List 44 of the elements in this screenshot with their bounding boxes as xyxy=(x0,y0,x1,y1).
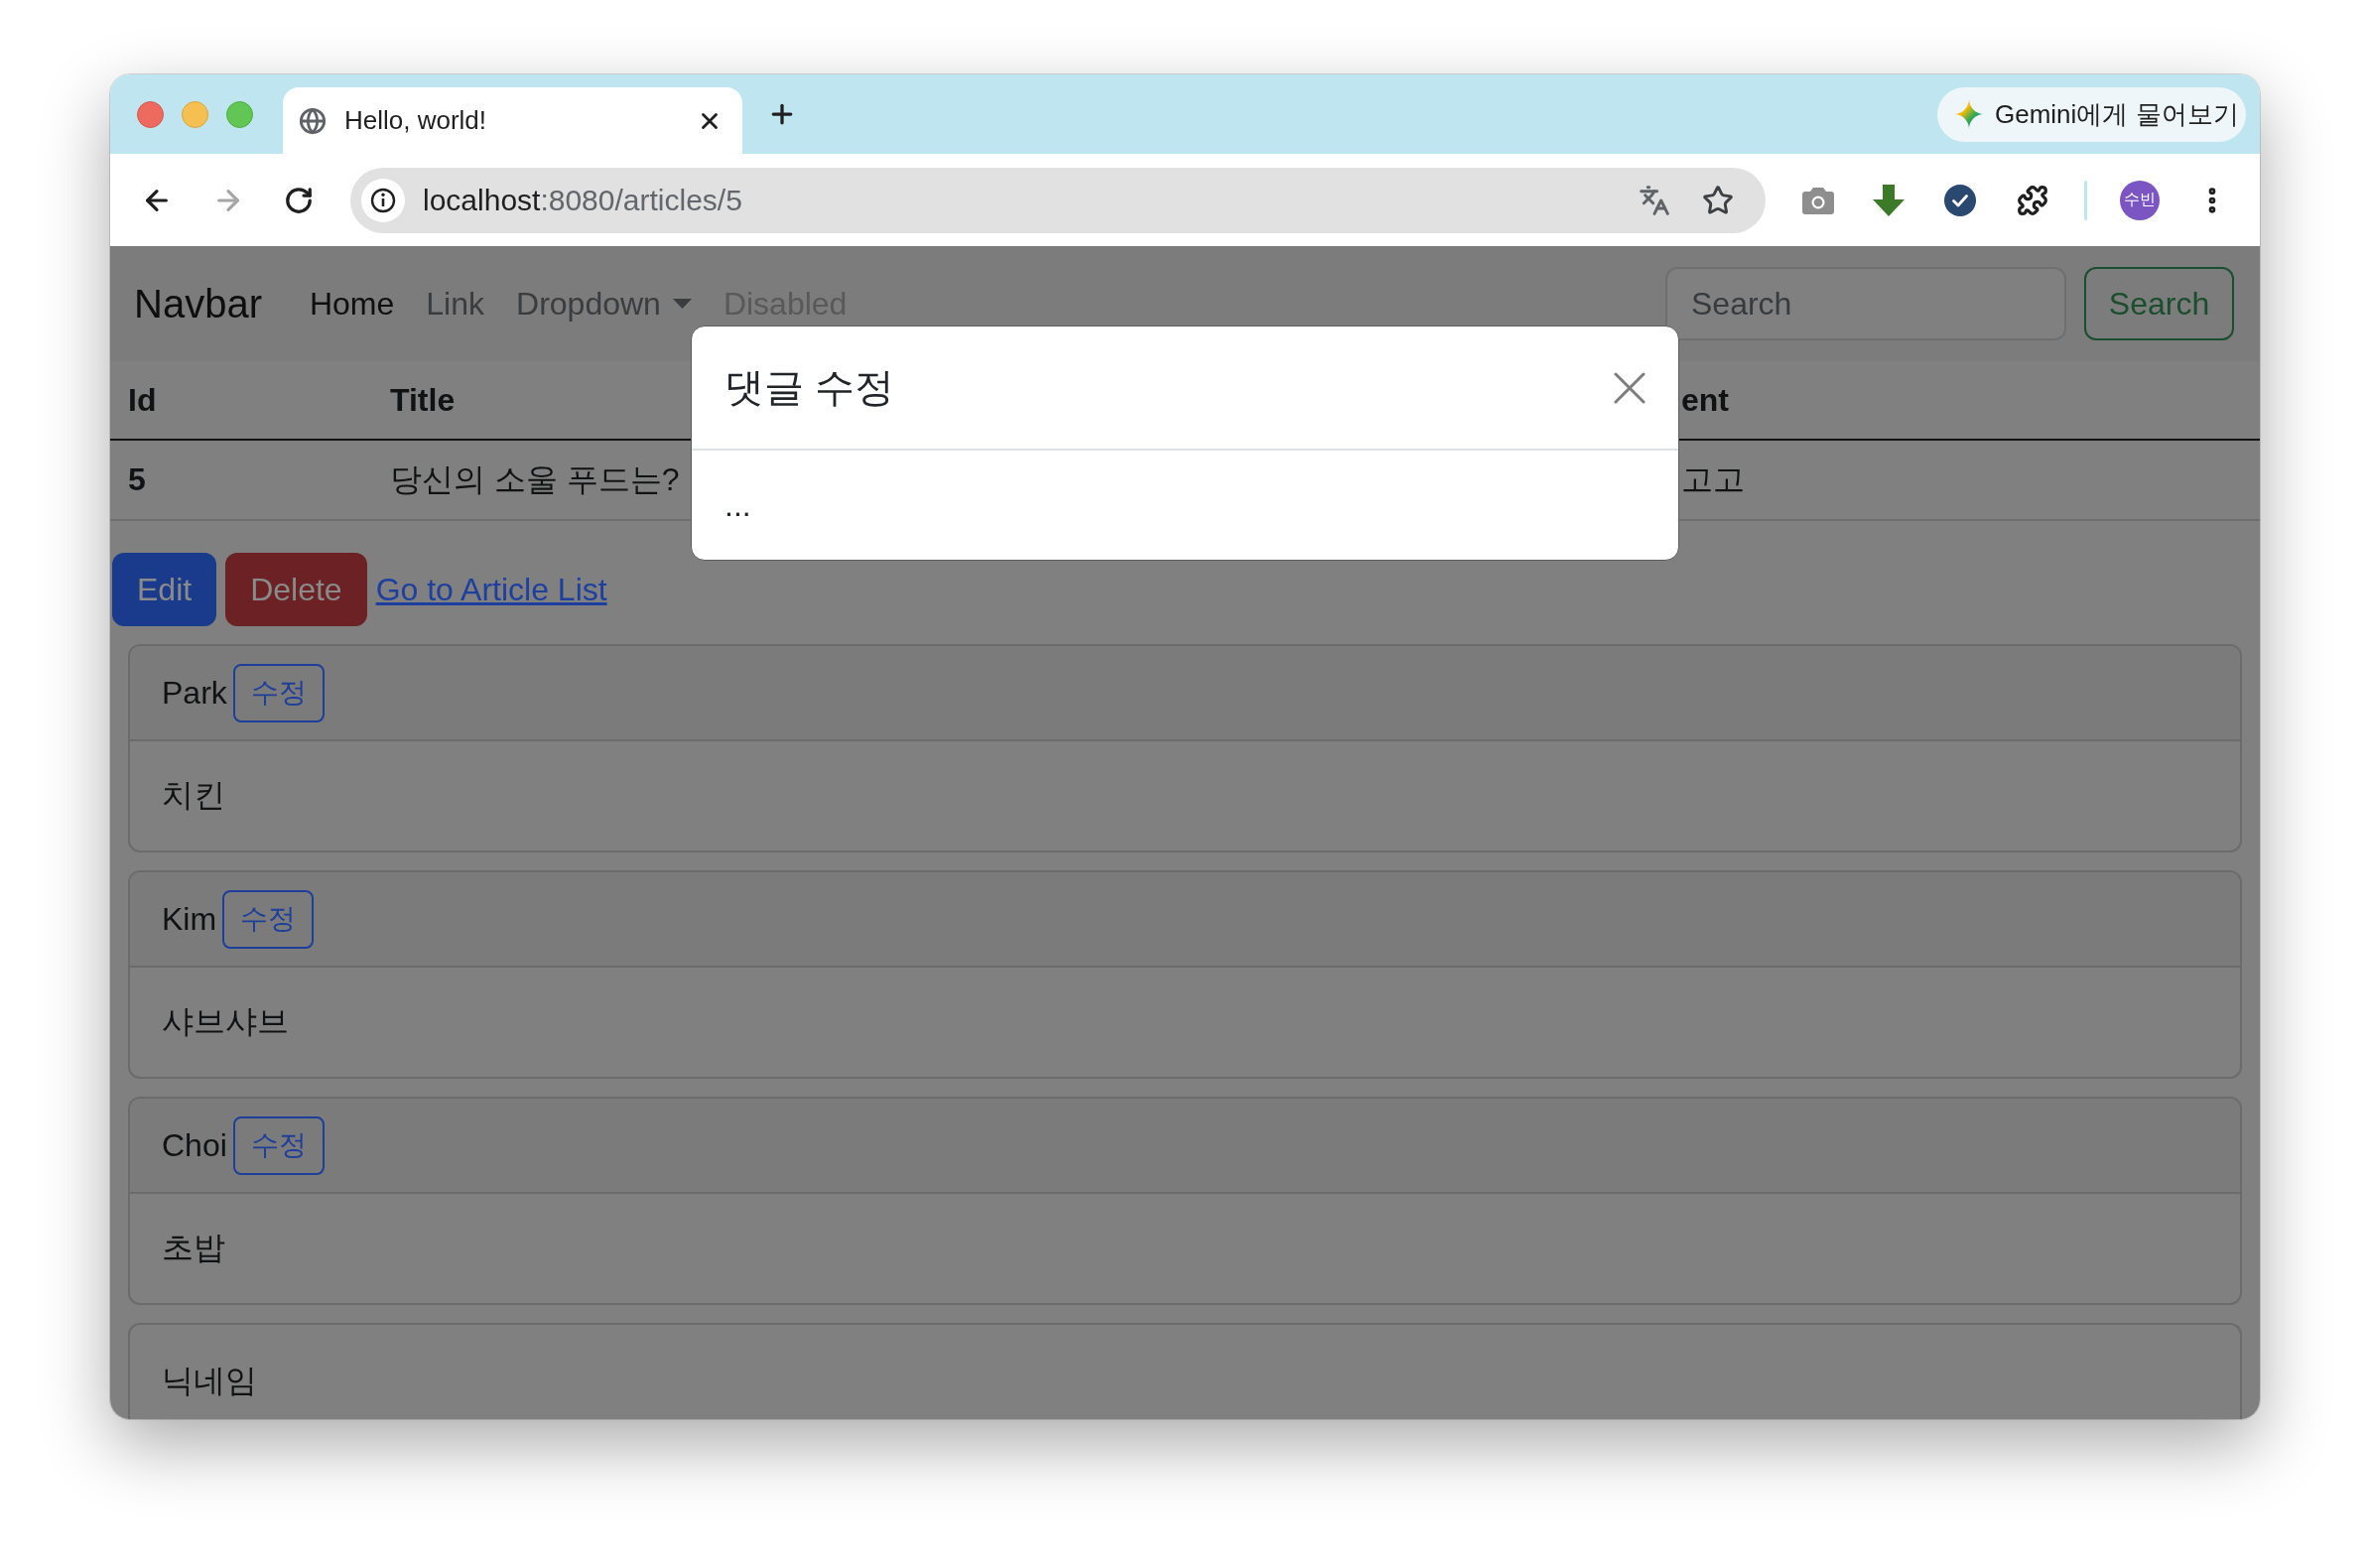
table-header-cell: Title xyxy=(390,381,456,419)
puzzle-icon[interactable] xyxy=(2017,184,2048,216)
camera-icon[interactable] xyxy=(1802,186,1834,214)
nav-link[interactable]: Link xyxy=(410,285,500,323)
url-text: localhost:8080/articles/5 xyxy=(423,183,742,217)
address-bar[interactable]: localhost:8080/articles/5 xyxy=(350,167,1766,233)
article-list-link[interactable]: Go to Article List xyxy=(375,571,607,608)
comment-author: Choi xyxy=(162,1126,227,1164)
table-header-cell: ent xyxy=(1681,381,1729,419)
globe-icon xyxy=(299,106,327,135)
nav-link[interactable]: Home xyxy=(293,285,411,323)
comment-text: 초밥 xyxy=(162,1229,225,1267)
down-arrow-icon[interactable] xyxy=(1873,184,1905,216)
comment-author: Kim xyxy=(162,900,217,938)
star-icon[interactable] xyxy=(1702,184,1734,216)
edit-button[interactable]: Edit xyxy=(112,553,217,626)
table-cell: 5 xyxy=(128,461,146,498)
modal-body-text: ... xyxy=(724,486,751,524)
table-header-cell: Id xyxy=(128,381,157,419)
close-window-button[interactable] xyxy=(137,100,164,128)
modal-title: 댓글 수정 xyxy=(724,364,895,411)
translate-icon[interactable] xyxy=(1639,184,1670,216)
comment-edit-button[interactable]: 수정 xyxy=(222,889,315,949)
delete-button[interactable]: Delete xyxy=(225,553,367,626)
check-circle-icon[interactable] xyxy=(1944,184,1976,216)
comment-edit-button[interactable]: 수정 xyxy=(232,663,325,722)
sparkle-icon xyxy=(1954,99,1984,129)
navbar-brand[interactable]: Navbar xyxy=(134,281,262,327)
nav-link[interactable]: Dropdown xyxy=(500,285,708,323)
comment-text: 치킨 xyxy=(162,776,225,815)
gemini-button[interactable]: Gemini에게 물어보기 xyxy=(1937,86,2246,142)
profile-avatar[interactable]: 수빈 xyxy=(2120,180,2160,220)
table-cell-text: 당신의 소울 푸드는? xyxy=(390,459,680,499)
info-icon[interactable] xyxy=(361,178,405,222)
search-field[interactable]: Search xyxy=(1665,267,2066,340)
caret-down-icon xyxy=(672,299,692,309)
nickname-label: 닉네임 xyxy=(162,1362,257,1400)
comment-author: Park xyxy=(162,674,227,712)
search-button[interactable]: Search xyxy=(2084,267,2234,340)
table-cell-text: 고고 xyxy=(1681,459,1745,499)
comment-text: 샤브샤브 xyxy=(162,1002,289,1041)
browser-tab[interactable]: Hello, world! xyxy=(283,87,742,154)
reload-icon[interactable] xyxy=(284,185,314,215)
comment-edit-button[interactable]: 수정 xyxy=(232,1115,325,1175)
